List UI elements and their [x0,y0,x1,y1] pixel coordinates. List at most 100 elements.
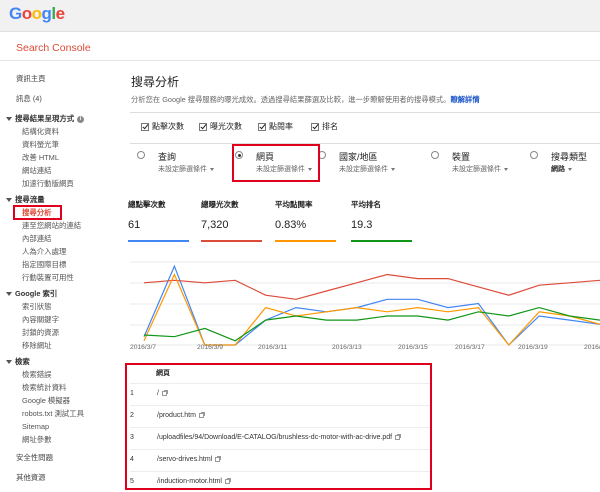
x-tick-label: 2016/3/19 [518,344,548,351]
sidebar-item-data-highlighter[interactable]: 資料螢光筆 [22,140,59,150]
filter-select-value: 未設定篩選條件 [339,166,388,173]
x-tick-label: 2016/3/13 [332,344,362,351]
check-icon [258,122,266,131]
radio-icon[interactable] [431,151,439,159]
sidebar-item-other-resources[interactable]: 其他資源 [16,473,46,483]
metric-impressions[interactable]: 總曝光次數 7,320 [201,194,263,242]
x-tick-label: 2016/3/7 [130,344,157,351]
dimension-label: 搜尋類型 [551,152,588,162]
series-line-0[interactable] [143,264,600,346]
checkbox-label: 排名 [322,122,338,131]
chevron-down-icon [210,167,214,171]
checkbox-label: 點擊次數 [152,122,184,131]
sidebar-item-sitemap[interactable]: Sitemap [22,422,49,432]
dimension-label: 國家/地區 [339,152,378,162]
page-description: 分析您在 Google 搜尋服務的曝光成效。透過搜尋結果篩選及比較，進一步瞭解使… [131,95,480,105]
metric-label: 平均點閱率 [275,200,313,209]
filter-select-value: 未設定篩選條件 [452,166,501,173]
sidebar-item-content-keywords[interactable]: 內容關鍵字 [22,315,59,325]
x-tick-label: 2016/3 [584,344,600,351]
sidebar-item-messages[interactable]: 訊息 (4) [16,94,42,104]
google-logo[interactable]: Google [9,4,65,24]
check-icon [311,122,319,131]
metric-label: 總曝光次數 [201,200,239,209]
sidebar-item-manual-actions[interactable]: 人為介入處理 [22,247,66,257]
sidebar-item-security-issues[interactable]: 安全性問題 [16,453,53,463]
checkbox-clicks[interactable]: 點擊次數 [141,121,184,132]
chevron-down-icon [568,167,572,171]
filter-select[interactable]: 未設定篩選條件 [339,164,395,174]
sidebar-item-internal-links[interactable]: 內部連結 [22,234,52,244]
sidebar: 資訊主頁 訊息 (4) 搜尋結果呈現方式 i 結構化資料 資料螢光筆 改善 HTM… [0,61,117,492]
filter-select[interactable]: 未設定篩選條件 [452,164,508,174]
metric-color-bar [275,240,336,242]
sidebar-item-amp[interactable]: 加速行動版網頁 [22,179,74,189]
sidebar-item-url-parameters[interactable]: 網址參數 [22,435,52,445]
checkbox-ctr[interactable]: 點閱率 [258,121,293,132]
metric-value: 0.83% [275,219,307,231]
checkbox-position[interactable]: 排名 [311,121,338,132]
sidebar-item-html-improvements[interactable]: 改善 HTML [22,153,59,163]
logo-letter: o [31,4,42,23]
sidebar-item-index-status[interactable]: 索引狀態 [22,302,52,312]
sidebar-item-links-to-site[interactable]: 連至您網站的連結 [22,221,81,231]
filter-select-value: 未設定篩選條件 [158,166,207,173]
sidebar-item-international-targeting[interactable]: 指定國際目標 [22,260,66,270]
metric-value: 61 [128,219,141,231]
logo-letter: o [21,4,32,23]
sidebar-section-search-appearance[interactable]: 搜尋結果呈現方式 i [6,114,85,124]
sidebar-item-blocked-resources[interactable]: 封鎖的資源 [22,328,59,338]
sidebar-item-fetch-as-google[interactable]: Google 模擬器 [22,396,70,406]
checkbox-label: 點閱率 [269,122,293,131]
sidebar-item-robots-tester[interactable]: robots.txt 測試工具 [22,409,84,419]
metric-position[interactable]: 平均排名 19.3 [351,194,413,242]
chevron-down-icon [6,117,12,122]
chevron-down-icon [6,198,12,203]
sidebar-item-remove-urls[interactable]: 移除網址 [22,341,52,351]
logo-letter: e [55,4,65,23]
section-label: 檢索 [15,357,30,366]
sidebar-item-structured-data[interactable]: 結構化資料 [22,127,59,137]
checkbox-label: 曝光次數 [210,122,242,131]
series-line-3[interactable] [143,306,600,342]
metric-clicks[interactable]: 總點擊次數 61 [128,194,190,242]
page-title: 搜尋分析 [131,75,180,89]
info-icon[interactable]: i [77,115,85,123]
x-tick-label: 2016/3/15 [398,344,428,351]
learn-more-link[interactable]: 瞭解詳情 [450,95,479,104]
sidebar-item-crawl-errors[interactable]: 檢索錯誤 [22,370,52,380]
section-label: 搜尋流量 [15,195,45,204]
check-icon [199,122,207,131]
filter-select[interactable]: 未設定篩選條件 [158,164,214,174]
sidebar-item-mobile-usability[interactable]: 行動裝置可用性 [22,273,74,283]
chevron-down-icon [6,292,12,297]
metric-color-bar [351,240,412,242]
checkbox-impressions[interactable]: 曝光次數 [199,121,242,132]
metric-label: 總點擊次數 [128,200,166,209]
sidebar-item-sitelinks[interactable]: 網站連結 [22,166,52,176]
dimension-label: 查詢 [158,152,177,162]
series-line-1[interactable] [143,273,600,300]
top-bar: Google [0,0,600,32]
x-tick-label: 2016/3/17 [455,344,485,351]
section-label: 搜尋結果呈現方式 [15,114,75,123]
x-tick-label: 2016/3/11 [258,344,288,351]
logo-letter: G [9,4,22,23]
sidebar-section-search-traffic[interactable]: 搜尋流量 [6,195,45,205]
sidebar-section-google-index[interactable]: Google 索引 [6,289,57,299]
radio-icon[interactable] [530,151,538,159]
logo-letter: g [41,4,52,23]
highlight-box-sidebar [13,205,62,220]
highlight-box-pages [232,144,320,182]
metric-value: 7,320 [201,219,229,231]
filter-select[interactable]: 網路 [551,164,572,174]
product-name[interactable]: Search Console [16,42,91,54]
metric-color-bar [128,240,189,242]
sidebar-item-dashboard[interactable]: 資訊主頁 [16,74,46,84]
radio-icon[interactable] [137,151,145,159]
sidebar-section-crawl[interactable]: 檢索 [6,357,30,367]
sidebar-item-crawl-stats[interactable]: 檢索統計資料 [22,383,66,393]
dimension-label: 裝置 [452,152,471,162]
metric-ctr[interactable]: 平均點閱率 0.83% [275,194,337,242]
chevron-down-icon [6,360,12,365]
